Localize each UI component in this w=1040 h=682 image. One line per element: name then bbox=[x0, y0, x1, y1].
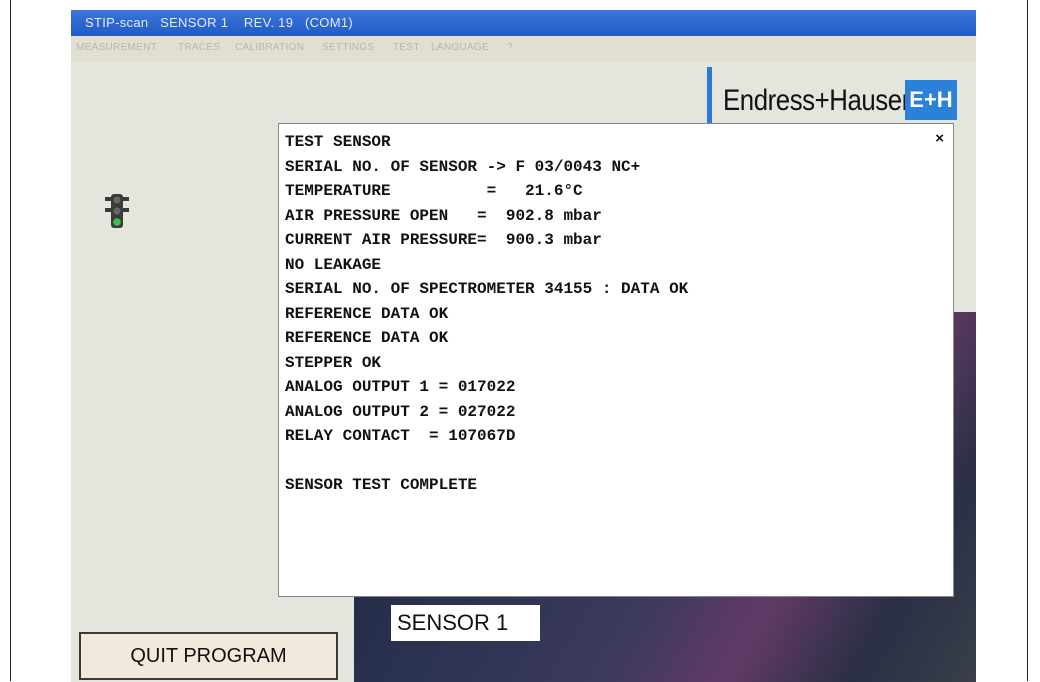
output-line: CURRENT AIR PRESSURE= 900.3 mbar bbox=[285, 231, 602, 249]
output-line: AIR PRESSURE OPEN = 902.8 mbar bbox=[285, 206, 602, 225]
menu-bar: MEASUREMENT TRACES CALIBRATION SETTINGS … bbox=[71, 36, 976, 62]
logo-accent-bar bbox=[707, 67, 712, 127]
title-bar: STIP-scan SENSOR 1 REV. 19 (COM1) bbox=[71, 10, 976, 36]
output-line: TEMPERATURE = 21.6°C bbox=[285, 182, 583, 200]
output-line: REFERENCE DATA OK bbox=[285, 329, 449, 347]
output-line: STEPPER OK bbox=[285, 353, 382, 372]
traffic-light-icon bbox=[104, 193, 130, 229]
output-line: ANALOG OUTPUT 1 = 017022 bbox=[285, 378, 516, 396]
output-line: TEST SENSOR bbox=[285, 133, 391, 151]
menu-language[interactable]: LANGUAGE bbox=[431, 42, 489, 53]
close-icon[interactable]: × bbox=[935, 130, 944, 147]
test-output: TEST SENSOR SERIAL NO. OF SENSOR -> F 03… bbox=[285, 130, 688, 498]
brand-logo-text: Endress+Hauser bbox=[723, 84, 910, 117]
test-sensor-dialog: × TEST SENSOR SERIAL NO. OF SENSOR -> F … bbox=[278, 123, 954, 597]
sensor-name-label: SENSOR 1 bbox=[391, 605, 540, 641]
menu-help[interactable]: ? bbox=[507, 42, 513, 53]
menu-traces[interactable]: TRACES bbox=[178, 42, 220, 53]
menu-settings[interactable]: SETTINGS bbox=[322, 42, 374, 53]
output-line: SERIAL NO. OF SENSOR -> F 03/0043 NC+ bbox=[285, 157, 641, 176]
menu-calibration[interactable]: CALIBRATION bbox=[235, 42, 304, 53]
output-line: ANALOG OUTPUT 2 = 027022 bbox=[285, 402, 516, 421]
quit-program-button[interactable]: QUIT PROGRAM bbox=[79, 632, 338, 680]
brand-logo-mark: E+H bbox=[905, 80, 957, 120]
output-line: NO LEAKAGE bbox=[285, 255, 382, 274]
menu-measurement[interactable]: MEASUREMENT bbox=[76, 42, 157, 53]
output-line: REFERENCE DATA OK bbox=[285, 304, 449, 323]
output-line: SENSOR TEST COMPLETE bbox=[285, 476, 478, 494]
menu-test[interactable]: TEST bbox=[393, 42, 420, 53]
output-line: SERIAL NO. OF SPECTROMETER 34155 : DATA … bbox=[285, 280, 689, 298]
window-title: STIP-scan SENSOR 1 REV. 19 (COM1) bbox=[85, 15, 353, 30]
output-line: RELAY CONTACT = 107067D bbox=[285, 427, 516, 445]
